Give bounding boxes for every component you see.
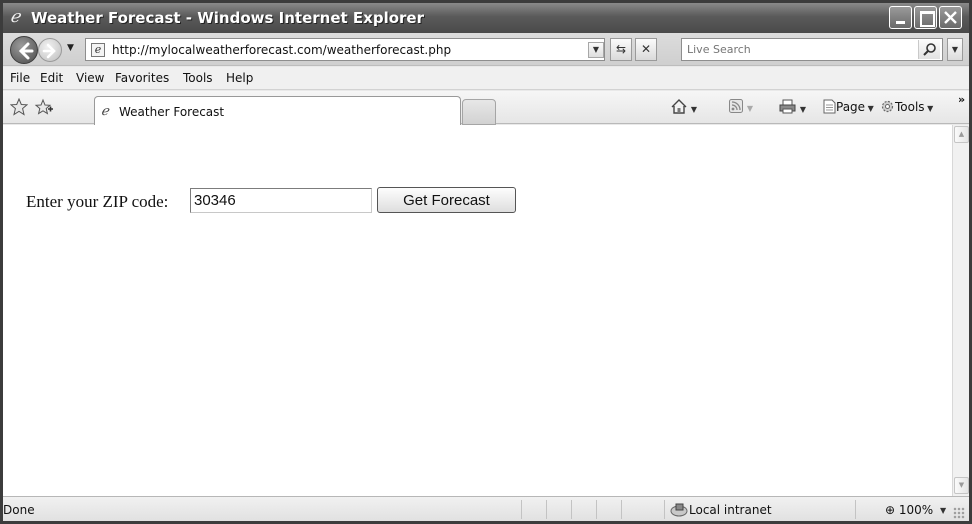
scroll-up-button[interactable]: ▲: [954, 126, 969, 143]
scroll-down-button[interactable]: ▼: [954, 477, 969, 494]
search-box: [681, 38, 943, 61]
get-forecast-button[interactable]: Get Forecast: [377, 187, 516, 213]
back-icon: [18, 42, 34, 60]
stop-icon: ✕: [640, 42, 652, 56]
address-toolbar: ▼ e http://mylocalweatherforecast.com/we…: [3, 33, 969, 66]
tools-dropdown-icon: ▼: [924, 104, 934, 113]
close-icon: [944, 11, 957, 24]
address-dropdown[interactable]: ▼: [588, 42, 604, 58]
menu-edit[interactable]: Edit: [40, 71, 63, 86]
menu-help[interactable]: Help: [226, 71, 253, 86]
zoom-level[interactable]: ⊕ 100%: [885, 503, 933, 518]
maximize-button[interactable]: [914, 6, 937, 29]
menu-file[interactable]: File: [10, 71, 30, 86]
resize-grip[interactable]: [953, 507, 965, 519]
forward-icon: [42, 43, 56, 59]
menu-tools[interactable]: Tools: [183, 71, 213, 86]
page-icon: e: [91, 43, 105, 57]
vertical-scrollbar[interactable]: ▲ ▼: [952, 125, 969, 496]
menu-favorites[interactable]: Favorites: [115, 71, 169, 86]
search-input[interactable]: [683, 40, 911, 59]
tab-page-icon: ℯ: [101, 104, 109, 119]
home-button[interactable]: ▼: [671, 99, 697, 118]
status-divider: [521, 500, 522, 519]
page-menu-icon: [823, 99, 836, 114]
status-divider: [546, 500, 547, 519]
status-text: Done: [3, 503, 35, 517]
new-tab-button[interactable]: [462, 99, 496, 125]
menu-bar: File Edit View Favorites Tools Help: [3, 67, 969, 90]
status-bar: Done Local intranet ⊕ 100% ▼: [3, 496, 969, 521]
tab-weather-forecast[interactable]: ℯ Weather Forecast: [94, 96, 461, 125]
forward-button[interactable]: [38, 38, 62, 62]
print-icon: [779, 99, 796, 114]
status-divider: [596, 500, 597, 519]
print-dropdown-icon: ▼: [799, 105, 806, 114]
page-menu-label: Page: [836, 100, 866, 114]
add-favorites-icon[interactable]: [34, 98, 54, 116]
status-divider: [664, 500, 665, 519]
menu-view[interactable]: View: [76, 71, 104, 86]
feeds-dropdown-icon: ▼: [746, 104, 753, 113]
back-button[interactable]: [10, 36, 38, 64]
zoom-dropdown-icon[interactable]: ▼: [940, 506, 946, 515]
close-button[interactable]: [939, 6, 962, 29]
zoom-value: 100%: [898, 503, 934, 517]
window-title: Weather Forecast - Windows Internet Expl…: [31, 9, 424, 27]
status-divider: [571, 500, 572, 519]
search-button[interactable]: [918, 40, 940, 59]
refresh-icon: ⇆: [615, 42, 627, 56]
search-icon: [923, 43, 936, 56]
zoom-icon: ⊕: [885, 503, 896, 517]
refresh-button[interactable]: ⇆: [610, 38, 632, 61]
feeds-icon: [729, 99, 743, 113]
feeds-button[interactable]: ▼: [729, 99, 753, 117]
browser-window: ℯ Weather Forecast - Windows Internet Ex…: [0, 0, 972, 524]
tab-label: Weather Forecast: [119, 105, 225, 119]
ie-icon: ℯ: [10, 7, 21, 27]
home-dropdown-icon: ▼: [690, 105, 697, 114]
favorites-star-icon[interactable]: [10, 98, 28, 116]
address-bar[interactable]: e http://mylocalweatherforecast.com/weat…: [85, 38, 605, 61]
search-options-dropdown[interactable]: ▼: [947, 38, 963, 61]
more-commands-chevron-icon[interactable]: »: [958, 93, 965, 106]
zip-input[interactable]: [190, 188, 372, 213]
address-url[interactable]: http://mylocalweatherforecast.com/weathe…: [112, 42, 451, 58]
zone-icon: [670, 503, 688, 517]
tools-gear-icon: [881, 100, 894, 113]
page-menu-button[interactable]: Page ▼: [823, 99, 874, 117]
status-divider: [621, 500, 622, 519]
zip-label: Enter your ZIP code:: [26, 192, 169, 211]
page-dropdown-icon: ▼: [865, 104, 874, 113]
tab-command-bar: ℯ Weather Forecast ▼ ▼ ▼ Page ▼ Tools ▼ …: [3, 91, 969, 125]
tools-menu-button[interactable]: Tools ▼: [880, 99, 933, 117]
stop-button[interactable]: ✕: [635, 38, 657, 61]
security-zone-label[interactable]: Local intranet: [689, 503, 772, 518]
status-divider: [855, 500, 856, 519]
page-content: Enter your ZIP code: Get Forecast: [3, 125, 952, 496]
title-bar: ℯ Weather Forecast - Windows Internet Ex…: [3, 3, 969, 33]
print-button[interactable]: ▼: [779, 99, 806, 118]
minimize-button[interactable]: [889, 6, 912, 29]
tools-menu-label: Tools: [895, 100, 925, 114]
recent-pages-dropdown[interactable]: ▼: [67, 43, 74, 53]
home-icon: [671, 99, 687, 114]
